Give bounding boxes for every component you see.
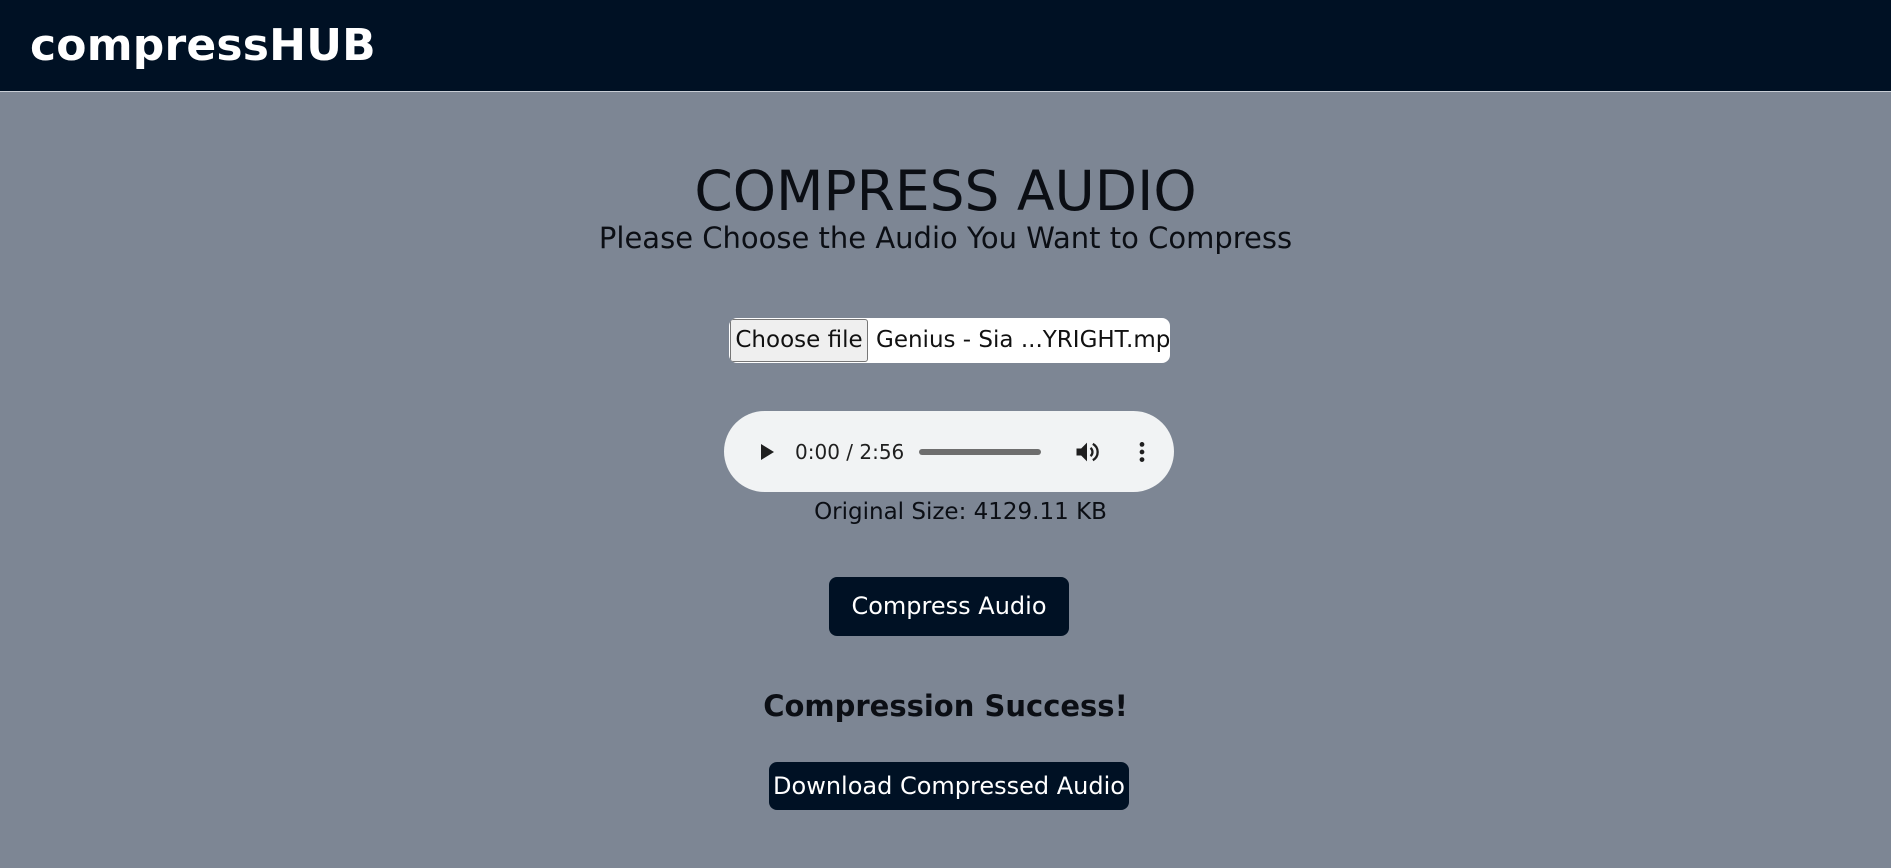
audio-time-display: 0:00 / 2:56 — [795, 440, 905, 464]
file-input[interactable]: Choose file Genius - Sia ...YRIGHT.mp3 — [729, 318, 1170, 363]
choose-file-button[interactable]: Choose file — [730, 319, 868, 362]
play-icon[interactable] — [754, 440, 778, 464]
compression-success-message: Compression Success! — [763, 689, 1128, 723]
original-size-label: Original Size: 4129.11 KB — [814, 499, 1107, 525]
page-subtitle: Please Choose the Audio You Want to Comp… — [598, 221, 1293, 255]
navbar: compressHUB — [0, 0, 1891, 92]
audio-seek-bar[interactable] — [919, 449, 1041, 455]
download-compressed-audio-button[interactable]: Download Compressed Audio — [769, 762, 1129, 810]
selected-file-name: Genius - Sia ...YRIGHT.mp3 — [876, 327, 1170, 353]
audio-player: 0:00 / 2:56 — [724, 411, 1174, 492]
brand-logo[interactable]: compressHUB — [30, 20, 376, 72]
volume-icon[interactable] — [1073, 438, 1101, 466]
page-title: COMPRESS AUDIO — [694, 159, 1197, 223]
compress-audio-button[interactable]: Compress Audio — [829, 577, 1069, 636]
more-options-icon[interactable] — [1129, 438, 1155, 466]
